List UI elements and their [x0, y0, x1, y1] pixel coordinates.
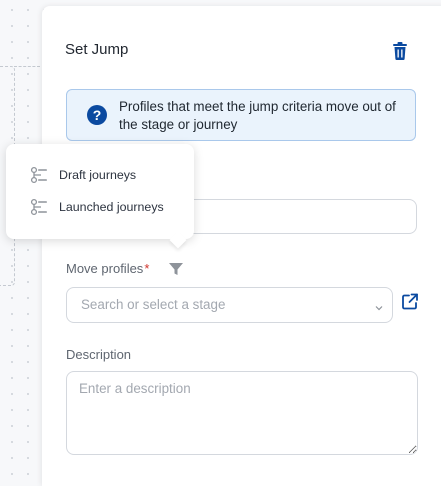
set-jump-panel: Set Jump ? Profiles that meet the jump c… [42, 6, 441, 486]
info-callout: ? Profiles that meet the jump criteria m… [66, 89, 416, 141]
chevron-down-icon [375, 299, 383, 311]
canvas-connector-line [14, 66, 40, 67]
popover-item-draft-journeys[interactable]: Draft journeys [30, 164, 190, 186]
required-mark: * [144, 261, 150, 276]
journey-type-popover: Draft journeys Launched journeys [6, 144, 194, 239]
panel-title: Set Jump [65, 41, 129, 58]
trash-icon[interactable] [389, 39, 411, 63]
stage-select[interactable]: Search or select a stage [66, 287, 393, 323]
description-label: Description [66, 347, 132, 362]
move-profiles-label: Move profiles* [66, 261, 149, 276]
stage-select-placeholder: Search or select a stage [81, 297, 226, 312]
move-profiles-label-text: Move profiles [66, 261, 144, 276]
question-icon: ? [87, 105, 107, 125]
journey-icon [30, 166, 48, 184]
external-link-icon[interactable] [401, 293, 419, 311]
journey-icon [30, 198, 48, 216]
popover-item-label: Draft journeys [59, 168, 137, 182]
popover-item-label: Launched journeys [59, 200, 164, 214]
info-text: Profiles that meet the jump criteria mov… [119, 99, 396, 132]
filter-icon[interactable] [168, 261, 186, 277]
description-textarea[interactable] [66, 371, 418, 455]
popover-item-launched-journeys[interactable]: Launched journeys [30, 196, 190, 218]
